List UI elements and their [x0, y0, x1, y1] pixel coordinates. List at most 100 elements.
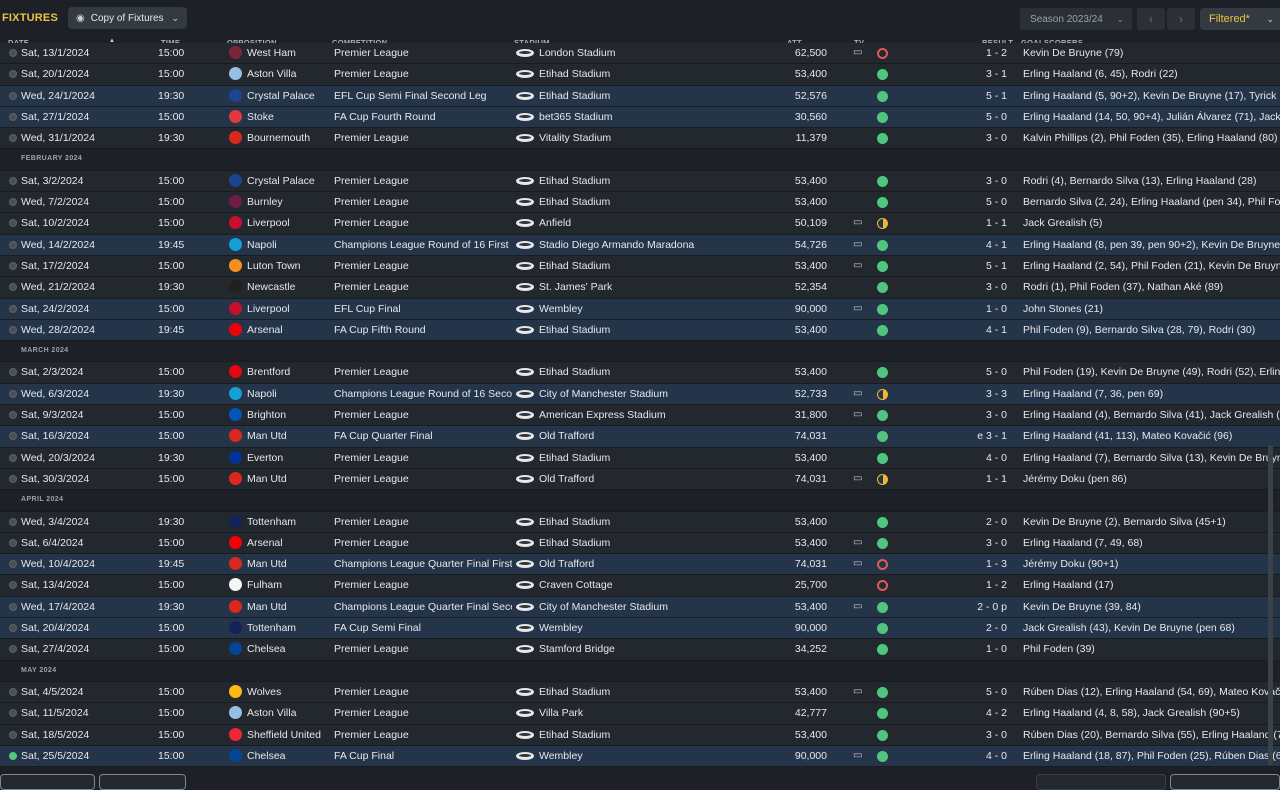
fixture-row[interactable]: Wed, 20/3/2024 19:30 Everton Premier League…	[0, 447, 1280, 469]
row-select-indicator[interactable]	[9, 112, 17, 121]
row-select-indicator[interactable]	[9, 602, 17, 611]
opposition-name[interactable]: Chelsea	[247, 643, 329, 655]
fixture-row[interactable]: Wed, 3/4/2024 19:30 Tottenham Premier Leagu…	[0, 511, 1280, 533]
row-select-indicator[interactable]	[9, 261, 17, 270]
row-select-indicator[interactable]	[9, 709, 17, 718]
next-season-button[interactable]: ›	[1167, 8, 1195, 30]
row-select-indicator[interactable]	[9, 240, 17, 249]
opposition-name[interactable]: Crystal Palace	[247, 175, 329, 187]
bottom-action-button-3[interactable]	[1036, 774, 1166, 790]
row-select-indicator[interactable]	[9, 453, 17, 462]
competition-name[interactable]: Premier League	[334, 516, 512, 528]
fixture-row[interactable]: Sat, 10/2/2024 15:00 Liverpool Premier Leag…	[0, 213, 1280, 235]
bottom-action-button-1[interactable]	[0, 774, 95, 790]
row-select-indicator[interactable]	[9, 751, 17, 760]
competition-name[interactable]: Premier League	[334, 579, 512, 591]
filter-button[interactable]: Filtered* ⌄	[1200, 8, 1280, 30]
fixture-row[interactable]: Sat, 3/2/2024 15:00 Crystal Palace Premier …	[0, 170, 1280, 193]
row-select-indicator[interactable]	[9, 730, 17, 739]
opposition-name[interactable]: Luton Town	[247, 260, 329, 272]
competition-name[interactable]: Premier League	[334, 47, 512, 59]
score[interactable]: 5 - 1	[986, 90, 1007, 102]
score[interactable]: 1 - 3	[986, 558, 1007, 570]
fixture-row[interactable]: Sat, 9/3/2024 15:00 Brighton Premier League…	[0, 405, 1280, 427]
row-select-indicator[interactable]	[9, 304, 17, 313]
fixture-row[interactable]: Sat, 18/5/2024 15:00 Sheffield United Premi…	[0, 724, 1280, 746]
fixture-row[interactable]: Sat, 20/1/2024 15:00 Aston Villa Premier Le…	[0, 64, 1280, 86]
row-select-indicator[interactable]	[9, 517, 17, 526]
opposition-name[interactable]: Stoke	[247, 111, 329, 123]
fixture-row[interactable]: Wed, 21/2/2024 19:30 Newcastle Premier Leag…	[0, 277, 1280, 299]
row-select-indicator[interactable]	[9, 198, 17, 207]
fixture-row[interactable]: Sat, 4/5/2024 15:00 Wolves Premier League Et…	[0, 681, 1280, 704]
opposition-name[interactable]: West Ham	[247, 47, 329, 59]
opposition-name[interactable]: Liverpool	[247, 217, 329, 229]
opposition-name[interactable]: Arsenal	[247, 324, 329, 336]
competition-name[interactable]: Premier League	[334, 217, 512, 229]
row-select-indicator[interactable]	[9, 49, 17, 57]
opposition-name[interactable]: Sheffield United	[247, 729, 329, 741]
row-select-indicator[interactable]	[9, 389, 17, 398]
opposition-name[interactable]: Brentford	[247, 366, 329, 378]
fixture-row[interactable]: Wed, 7/2/2024 15:00 Burnley Premier League E…	[0, 192, 1280, 214]
competition-name[interactable]: Premier League	[334, 452, 512, 464]
score[interactable]: 3 - 0	[986, 729, 1007, 741]
opposition-name[interactable]: Napoli	[247, 388, 329, 400]
row-select-indicator[interactable]	[9, 91, 17, 100]
score[interactable]: 4 - 1	[986, 324, 1007, 336]
fixture-row[interactable]: Sat, 11/5/2024 15:00 Aston Villa Premier Le…	[0, 703, 1280, 725]
competition-name[interactable]: Premier League	[334, 260, 512, 272]
competition-name[interactable]: FA Cup Semi Final	[334, 622, 512, 634]
competition-name[interactable]: Premier League	[334, 366, 512, 378]
competition-name[interactable]: EFL Cup Final	[334, 303, 512, 315]
fixture-row[interactable]: Wed, 6/3/2024 19:30 Napoli Champions League…	[0, 383, 1280, 406]
opposition-name[interactable]: Liverpool	[247, 303, 329, 315]
competition-name[interactable]: Premier League	[334, 473, 512, 485]
score[interactable]: 4 - 0	[986, 750, 1007, 762]
previous-season-button[interactable]: ‹	[1137, 8, 1165, 30]
row-select-indicator[interactable]	[9, 219, 17, 228]
row-select-indicator[interactable]	[9, 368, 17, 377]
score[interactable]: 3 - 3	[986, 388, 1007, 400]
score[interactable]: e 3 - 1	[977, 430, 1007, 442]
opposition-name[interactable]: Man Utd	[247, 601, 329, 613]
fixture-row[interactable]: Sat, 16/3/2024 15:00 Man Utd FA Cup Quarter…	[0, 426, 1280, 448]
score[interactable]: 2 - 0	[986, 516, 1007, 528]
opposition-name[interactable]: Brighton	[247, 409, 329, 421]
opposition-name[interactable]: Everton	[247, 452, 329, 464]
bottom-action-button-4[interactable]	[1170, 774, 1280, 790]
row-select-indicator[interactable]	[9, 70, 17, 79]
opposition-name[interactable]: Tottenham	[247, 516, 329, 528]
opposition-name[interactable]: Man Utd	[247, 430, 329, 442]
score[interactable]: 3 - 1	[986, 68, 1007, 80]
row-select-indicator[interactable]	[9, 134, 17, 143]
opposition-name[interactable]: Bournemouth	[247, 132, 329, 144]
score[interactable]: 5 - 0	[986, 686, 1007, 698]
fixture-row[interactable]: Sat, 25/5/2024 15:00 Chelsea FA Cup Final We…	[0, 745, 1280, 768]
row-select-indicator[interactable]	[9, 432, 17, 441]
row-select-indicator[interactable]	[9, 624, 17, 633]
opposition-name[interactable]: Wolves	[247, 686, 329, 698]
score[interactable]: 5 - 0	[986, 196, 1007, 208]
fixture-row[interactable]: Sat, 27/4/2024 15:00 Chelsea Premier League…	[0, 639, 1280, 661]
competition-name[interactable]: Premier League	[334, 132, 512, 144]
row-select-indicator[interactable]	[9, 687, 17, 696]
bottom-action-button-2[interactable]	[99, 774, 186, 790]
competition-name[interactable]: Premier League	[334, 686, 512, 698]
fixture-row[interactable]: Sat, 6/4/2024 15:00 Arsenal Premier League E…	[0, 532, 1280, 555]
fixture-row[interactable]: Sat, 30/3/2024 15:00 Man Utd Premier League…	[0, 468, 1280, 491]
fixture-row[interactable]: Sat, 24/2/2024 15:00 Liverpool EFL Cup Fina…	[0, 298, 1280, 320]
competition-name[interactable]: Premier League	[334, 707, 512, 719]
fixture-row[interactable]: Sat, 27/1/2024 15:00 Stoke FA Cup Fourth Ro…	[0, 106, 1280, 129]
row-select-indicator[interactable]	[9, 411, 17, 420]
fixture-row[interactable]: Wed, 31/1/2024 19:30 Bournemouth Premier Le…	[0, 128, 1280, 150]
score[interactable]: 3 - 0	[986, 537, 1007, 549]
row-select-indicator[interactable]	[9, 645, 17, 654]
opposition-name[interactable]: Crystal Palace	[247, 90, 329, 102]
fixture-row[interactable]: Wed, 24/1/2024 19:30 Crystal Palace EFL Cup…	[0, 85, 1280, 107]
competition-name[interactable]: Champions League Round of 16 First Leg	[334, 239, 512, 251]
fixture-row[interactable]: Wed, 10/4/2024 19:45 Man Utd Champions Leag…	[0, 554, 1280, 576]
score[interactable]: 3 - 0	[986, 409, 1007, 421]
score[interactable]: 2 - 0	[986, 622, 1007, 634]
fixture-row[interactable]: Wed, 14/2/2024 19:45 Napoli Champions Leagu…	[0, 234, 1280, 256]
